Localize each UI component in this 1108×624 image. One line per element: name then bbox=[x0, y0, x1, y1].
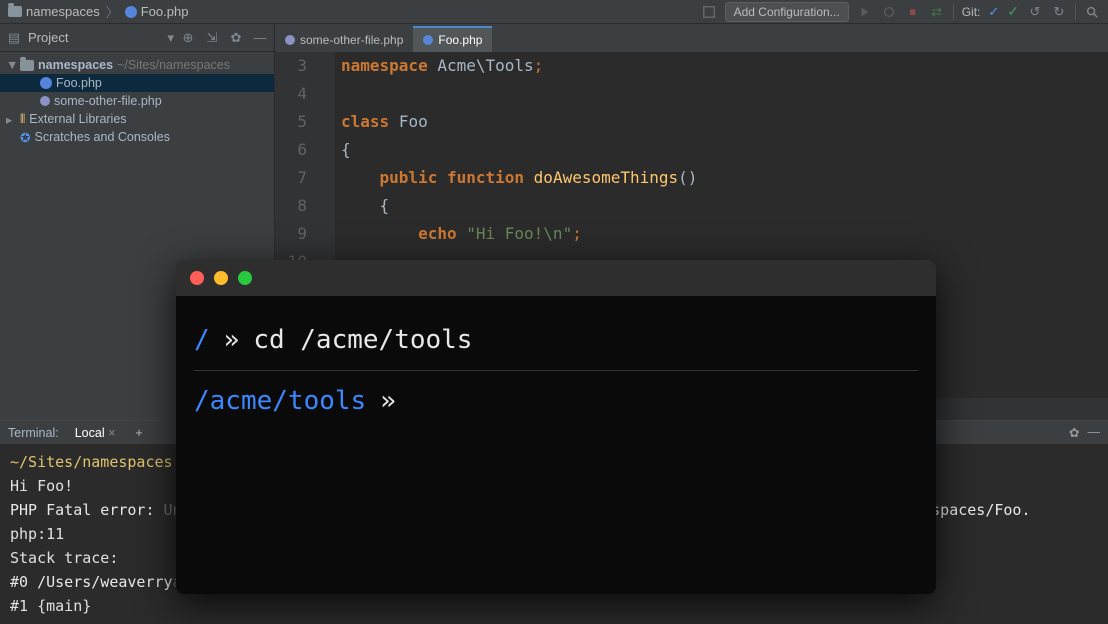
terminal-add-tab[interactable]: + bbox=[131, 426, 146, 440]
tree-scratches-label: Scratches and Consoles bbox=[34, 130, 170, 144]
terminal-title: Terminal: bbox=[8, 426, 59, 440]
tree-file-other[interactable]: some-other-file.php bbox=[0, 92, 274, 110]
search-icon[interactable] bbox=[1084, 4, 1100, 20]
gear-icon[interactable]: ✿ bbox=[228, 30, 244, 46]
tab-label: Foo.php bbox=[438, 33, 482, 47]
minimize-icon[interactable] bbox=[214, 271, 228, 285]
php-file-icon bbox=[40, 77, 52, 89]
add-configuration-button[interactable]: Add Configuration... bbox=[725, 2, 849, 22]
breadcrumb-file[interactable]: Foo.php bbox=[125, 4, 189, 19]
breadcrumb-root[interactable]: namespaces bbox=[8, 4, 100, 19]
tree-file-foo[interactable]: Foo.php bbox=[0, 74, 274, 92]
tree-file-label: Foo.php bbox=[56, 76, 102, 90]
run-icon[interactable] bbox=[857, 4, 873, 20]
divider bbox=[1075, 4, 1076, 20]
hide-icon[interactable]: — bbox=[252, 30, 268, 46]
folder-icon bbox=[20, 60, 34, 71]
hide-icon[interactable]: — bbox=[1088, 425, 1101, 440]
tree-root[interactable]: ▼ namespaces ~/Sites/namespaces bbox=[0, 56, 274, 74]
divider bbox=[953, 4, 954, 20]
breadcrumb: namespaces 〉 Foo.php bbox=[8, 2, 695, 21]
tree-root-name: namespaces bbox=[38, 58, 113, 72]
history-icon[interactable]: ↺ bbox=[1027, 4, 1043, 20]
floating-terminal-body[interactable]: / » cd /acme/tools /acme/tools » bbox=[176, 296, 936, 445]
scratch-icon: ✪ bbox=[20, 130, 30, 145]
floating-terminal: / » cd /acme/tools /acme/tools » bbox=[176, 260, 936, 594]
tree-file-label: some-other-file.php bbox=[54, 94, 162, 108]
maximize-icon[interactable] bbox=[238, 271, 252, 285]
tree-scratches[interactable]: ✪ Scratches and Consoles bbox=[0, 128, 274, 146]
overlay-prompt: » bbox=[380, 381, 396, 421]
php-file-icon bbox=[40, 96, 50, 106]
expand-icon[interactable]: ⇲ bbox=[204, 30, 220, 46]
listen-icon[interactable]: ⇄ bbox=[929, 4, 945, 20]
php-file-icon bbox=[423, 35, 433, 45]
top-toolbar: namespaces 〉 Foo.php Add Configuration..… bbox=[0, 0, 1108, 24]
tree-root-path: ~/Sites/namespaces bbox=[117, 58, 230, 72]
breadcrumb-root-label: namespaces bbox=[26, 4, 100, 19]
stop-icon[interactable]: ⏹ bbox=[905, 4, 921, 20]
project-header: ▤ Project ▾ ⊕ ⇲ ✿ — bbox=[0, 24, 274, 52]
build-icon[interactable] bbox=[701, 4, 717, 20]
overlay-path: / bbox=[194, 320, 210, 360]
gear-icon[interactable]: ✿ bbox=[1069, 425, 1079, 440]
toolbar-right: Add Configuration... ⏹ ⇄ Git: ✓ ✓ ↺ ↻ bbox=[701, 2, 1100, 22]
editor-tabs: some-other-file.php Foo.php bbox=[275, 24, 1108, 52]
tree-external-label: External Libraries bbox=[29, 112, 126, 126]
php-file-icon bbox=[285, 35, 295, 45]
tab-some-other-file[interactable]: some-other-file.php bbox=[275, 26, 413, 52]
terminal-cwd: ~/Sites/namespaces bbox=[10, 453, 173, 471]
breadcrumb-file-label: Foo.php bbox=[141, 4, 189, 19]
floating-terminal-titlebar[interactable] bbox=[176, 260, 936, 296]
php-file-icon bbox=[125, 6, 137, 18]
project-title[interactable]: Project bbox=[28, 30, 161, 45]
breadcrumb-separator: 〉 bbox=[106, 2, 119, 21]
terminal-tab-local[interactable]: Local × bbox=[69, 424, 122, 442]
overlay-path: /acme/tools bbox=[194, 381, 366, 421]
tab-foo[interactable]: Foo.php bbox=[413, 26, 492, 52]
project-view-icon[interactable]: ▤ bbox=[6, 30, 22, 46]
git-update-icon[interactable]: ✓ bbox=[988, 4, 999, 20]
overlay-cmd: cd /acme/tools bbox=[253, 320, 472, 360]
folder-icon bbox=[8, 6, 22, 17]
close-icon[interactable] bbox=[190, 271, 204, 285]
library-icon: ⫴ bbox=[20, 112, 25, 127]
locate-icon[interactable]: ⊕ bbox=[180, 30, 196, 46]
revert-icon[interactable]: ↻ bbox=[1051, 4, 1067, 20]
debug-icon[interactable] bbox=[881, 4, 897, 20]
tab-label: some-other-file.php bbox=[300, 33, 403, 47]
overlay-prompt: » bbox=[224, 320, 240, 360]
project-tree: ▼ namespaces ~/Sites/namespaces Foo.php … bbox=[0, 52, 274, 146]
git-label: Git: bbox=[962, 5, 981, 19]
tree-external-libraries[interactable]: ▸ ⫴ External Libraries bbox=[0, 110, 274, 128]
git-commit-icon[interactable]: ✓ bbox=[1007, 3, 1019, 20]
